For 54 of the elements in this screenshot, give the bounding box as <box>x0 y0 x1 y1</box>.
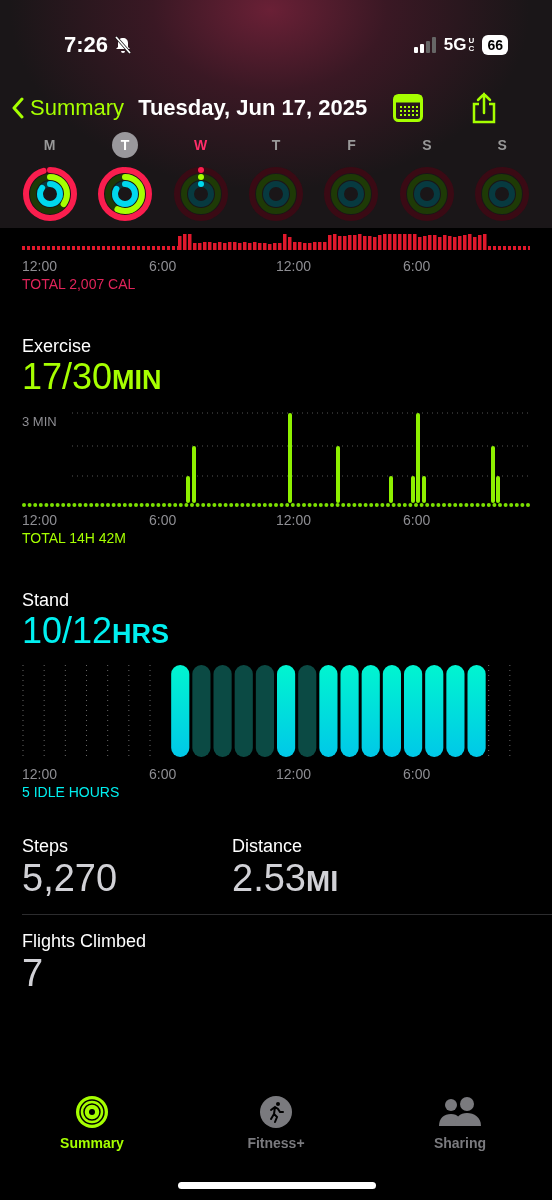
runner-icon <box>259 1095 293 1129</box>
exercise-value: 17/30MIN <box>22 357 163 399</box>
back-button[interactable]: Summary <box>12 95 125 121</box>
stat-value: 7 <box>22 952 45 994</box>
move-total: TOTAL 2,007 CAL <box>22 276 137 292</box>
exercise-bar <box>336 446 340 503</box>
weekday-label[interactable]: M <box>36 132 63 158</box>
bell-slash-icon <box>114 36 133 54</box>
weekday-label[interactable]: S <box>489 132 516 158</box>
axis-label: 6:00 <box>403 512 432 528</box>
weekday-label[interactable]: S <box>413 132 440 158</box>
exercise-bar <box>186 476 190 503</box>
chevron-left-icon <box>12 97 24 119</box>
axis-label: 6:00 <box>149 766 178 782</box>
tab-button[interactable]: Sharing <box>368 1095 552 1151</box>
stand-total: 5 IDLE HOURS <box>22 784 121 800</box>
stat-label: Steps <box>22 836 70 857</box>
axis-label: 12:00 <box>22 512 59 528</box>
weekday-label[interactable]: W <box>187 132 214 158</box>
axis-label: 6:00 <box>149 512 178 528</box>
gridline-label: 3 MIN <box>22 414 57 429</box>
calendar-icon[interactable] <box>393 94 424 122</box>
exercise-bar <box>192 446 196 503</box>
stat-label: Distance <box>232 836 304 857</box>
stat-value: 2.53MI <box>232 857 340 901</box>
clock: 7:26 <box>64 32 109 58</box>
axis-label: 12:00 <box>276 258 313 274</box>
axis-label: 12:00 <box>22 258 59 274</box>
axis-label: 12:00 <box>22 766 59 782</box>
exercise-bar <box>389 476 393 503</box>
axis-label: 6:00 <box>403 258 432 274</box>
stat-label: Flights Climbed <box>22 931 148 952</box>
people-icon <box>438 1095 482 1129</box>
battery-indicator: 66 <box>482 35 508 55</box>
stand-value: 10/12HRS <box>22 611 171 653</box>
section-title: Stand <box>22 590 71 611</box>
network-type-label: UC <box>468 37 476 53</box>
axis-label: 12:00 <box>276 512 313 528</box>
tab-button[interactable]: Summary <box>0 1095 184 1151</box>
axis-label: 12:00 <box>276 766 313 782</box>
axis-label: 6:00 <box>149 258 178 274</box>
weekday-label[interactable]: T <box>263 132 289 158</box>
network-label: 5G <box>443 35 467 55</box>
rings-icon <box>75 1095 109 1129</box>
signal-icon <box>413 37 438 53</box>
date-title: Tuesday, Jun 17, 2025 <box>138 95 368 121</box>
axis-label: 6:00 <box>403 766 432 782</box>
weekday-label[interactable]: F <box>338 132 365 158</box>
stat-value: 5,270 <box>22 857 119 899</box>
tab-button[interactable]: Fitness+ <box>184 1095 368 1151</box>
share-icon[interactable] <box>471 92 498 124</box>
exercise-total: TOTAL 14H 42M <box>22 530 127 546</box>
exercise-bar <box>422 476 426 503</box>
section-title: Exercise <box>22 336 93 357</box>
